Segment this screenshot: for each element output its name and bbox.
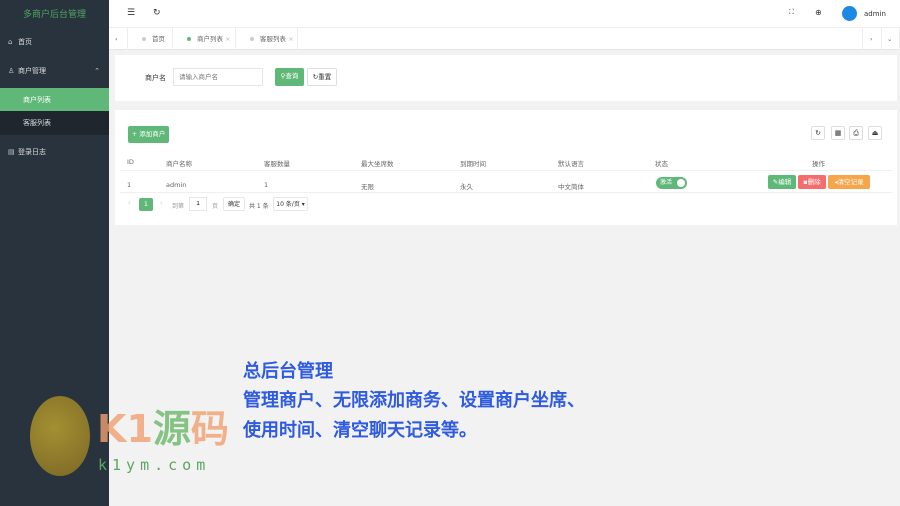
sidebar-item-merchant-list[interactable]: 商户列表: [0, 88, 109, 111]
cell-max-seats: 无限: [361, 183, 374, 191]
col-expire: 到期时间: [460, 160, 486, 168]
goto-page-input[interactable]: [189, 197, 207, 211]
search-card: 商户名 ⚲查询 ↻重置: [115, 55, 897, 101]
avatar[interactable]: [842, 6, 857, 21]
watermark-brand: K1源码: [97, 407, 229, 451]
col-id: ID: [127, 158, 134, 166]
refresh-icon[interactable]: ↻: [811, 126, 825, 140]
confirm-button[interactable]: 确定: [223, 197, 245, 211]
merchant-name-input[interactable]: [173, 68, 263, 86]
per-page-select[interactable]: 10 条/页 ▾: [273, 197, 308, 211]
close-icon[interactable]: ×: [225, 35, 230, 43]
col-actions: 操作: [812, 160, 825, 168]
page-prev-icon[interactable]: ‹: [128, 199, 131, 207]
edit-button[interactable]: ✎编辑: [768, 175, 796, 189]
col-lang: 默认语言: [558, 160, 584, 168]
globe-icon[interactable]: ⊕: [815, 8, 822, 17]
sidebar-item-merchant-management[interactable]: ♙ 商户管理 ⌃: [0, 59, 109, 83]
cell-lang: 中文简体: [558, 183, 584, 191]
sidebar-item-login-log[interactable]: ▤ 登录日志: [0, 140, 109, 164]
tab-bar: ‹ 首页 商户列表 × 客服列表 × › ⌄: [109, 28, 900, 50]
overlay-line-2: 使用时间、清空聊天记录等。: [243, 420, 477, 441]
page-next-icon[interactable]: ›: [160, 199, 163, 207]
reset-button[interactable]: ↻重置: [307, 68, 337, 86]
menu-toggle-icon[interactable]: ☰: [127, 8, 135, 18]
close-icon[interactable]: ×: [288, 35, 293, 43]
tabs-next-icon[interactable]: ›: [862, 28, 882, 50]
cell-expire: 永久: [460, 183, 473, 191]
table-card: + 添加商户 ↻ ▦ ⎙ ⏏ ID 商户名称 客服数量 最大坐席数 到期时间 默…: [115, 110, 897, 225]
tabs-prev-icon[interactable]: ‹: [109, 28, 128, 50]
total-count: 共 1 条: [249, 203, 269, 210]
col-status: 状态: [655, 160, 668, 168]
watermark-logo: [30, 396, 90, 476]
top-header: ☰ ↻ ⛶ ⊕ admin: [109, 0, 900, 28]
search-label: 商户名: [145, 74, 166, 82]
chevron-up-icon: ⌃: [94, 67, 100, 75]
goto-label: 到第: [172, 203, 185, 210]
page-unit-label: 页: [212, 203, 219, 210]
page-1-button[interactable]: 1: [139, 198, 153, 211]
delete-button[interactable]: ▪删除: [798, 175, 826, 189]
status-toggle[interactable]: 激活: [656, 177, 687, 189]
calendar-icon: ▤: [8, 148, 15, 156]
cell-name: admin: [166, 181, 187, 189]
cell-id: 1: [127, 181, 132, 189]
app-title: 多商户后台管理: [22, 10, 86, 20]
export-icon[interactable]: ⏏: [868, 126, 882, 140]
overlay-line-1: 管理商户、无限添加商务、设置商户坐席、: [243, 390, 585, 411]
user-icon: ♙: [8, 67, 15, 75]
col-name: 商户名称: [166, 160, 192, 168]
home-icon: ⌂: [8, 38, 13, 46]
col-agents: 客服数量: [264, 160, 290, 168]
sidebar-item-home[interactable]: ⌂ 首页: [0, 30, 109, 54]
col-max-seats: 最大坐席数: [361, 160, 394, 168]
watermark-url: k1ym.com: [98, 456, 211, 474]
print-icon[interactable]: ⎙: [849, 126, 863, 140]
user-name[interactable]: admin: [864, 10, 886, 18]
tab-agent-list[interactable]: 客服列表 ×: [236, 28, 298, 50]
cell-agents: 1: [264, 181, 269, 189]
tab-merchant-list[interactable]: 商户列表 ×: [173, 28, 236, 50]
fullscreen-icon[interactable]: ⛶: [789, 8, 794, 17]
search-button[interactable]: ⚲查询: [275, 68, 304, 86]
sidebar-item-agent-list[interactable]: 客服列表: [0, 111, 109, 135]
tabs-dropdown-icon[interactable]: ⌄: [882, 28, 900, 50]
overlay-title: 总后台管理: [243, 361, 333, 382]
columns-icon[interactable]: ▦: [831, 126, 845, 140]
tab-home[interactable]: 首页: [128, 28, 173, 50]
clear-records-button[interactable]: ◂清空记录: [828, 175, 870, 189]
add-merchant-button[interactable]: + 添加商户: [128, 126, 169, 143]
refresh-icon[interactable]: ↻: [153, 8, 161, 18]
